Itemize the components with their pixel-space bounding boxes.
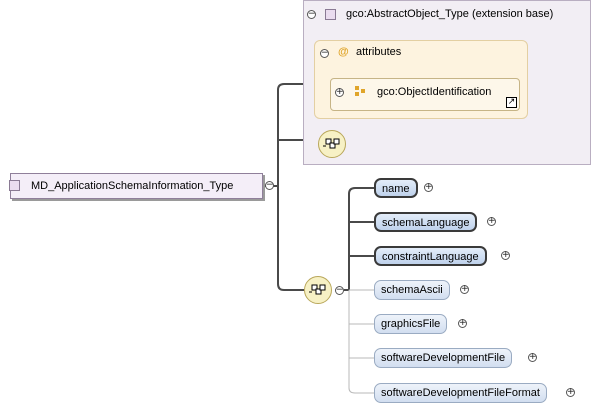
element-softwareDevelopmentFile-expand-toggle[interactable]: + [528,353,537,362]
attribute-group-expand-toggle[interactable]: + [335,88,344,97]
complex-type-icon [325,9,336,20]
attributes-label: attributes [356,46,402,58]
element-constraintLanguage-expand-toggle[interactable]: + [501,251,510,260]
attribute-at-icon: @ [338,46,349,58]
extension-collapse-toggle[interactable]: − [307,10,316,19]
element-graphicsFile-expand-toggle[interactable]: + [458,319,467,328]
external-link-icon[interactable]: ↗ [506,97,517,108]
element-schemaAscii-expand-toggle[interactable]: + [460,285,469,294]
root-complex-type-icon [9,180,20,191]
element-name-expand-toggle[interactable]: + [424,183,433,192]
attributes-collapse-toggle[interactable]: − [320,49,329,58]
root-type-collapse-toggle[interactable]: − [265,181,274,190]
attribute-group-label: gco:ObjectIdentification [377,86,492,98]
sequence-icon [304,276,332,304]
element-schemaLanguage[interactable]: schemaLanguage [374,212,478,232]
element-constraintLanguage[interactable]: constraintLanguage [374,246,487,266]
element-schemaLanguage-expand-toggle[interactable]: + [487,217,496,226]
extension-base-label: gco:AbstractObject_Type (extension base) [346,8,554,20]
attribute-group-icon [355,86,365,96]
root-type-label: MD_ApplicationSchemaInformation_Type [31,180,234,192]
element-softwareDevelopmentFileFormat-expand-toggle[interactable]: + [566,388,575,397]
element-graphicsFile[interactable]: graphicsFile [374,314,448,334]
element-name[interactable]: name [374,178,418,198]
element-schemaAscii[interactable]: schemaAscii [374,280,450,300]
sequence-collapse-toggle[interactable]: − [335,286,344,295]
element-softwareDevelopmentFileFormat[interactable]: softwareDevelopmentFileFormat [374,383,547,403]
extension-sequence-icon [318,130,346,158]
element-softwareDevelopmentFile[interactable]: softwareDevelopmentFile [374,348,513,368]
